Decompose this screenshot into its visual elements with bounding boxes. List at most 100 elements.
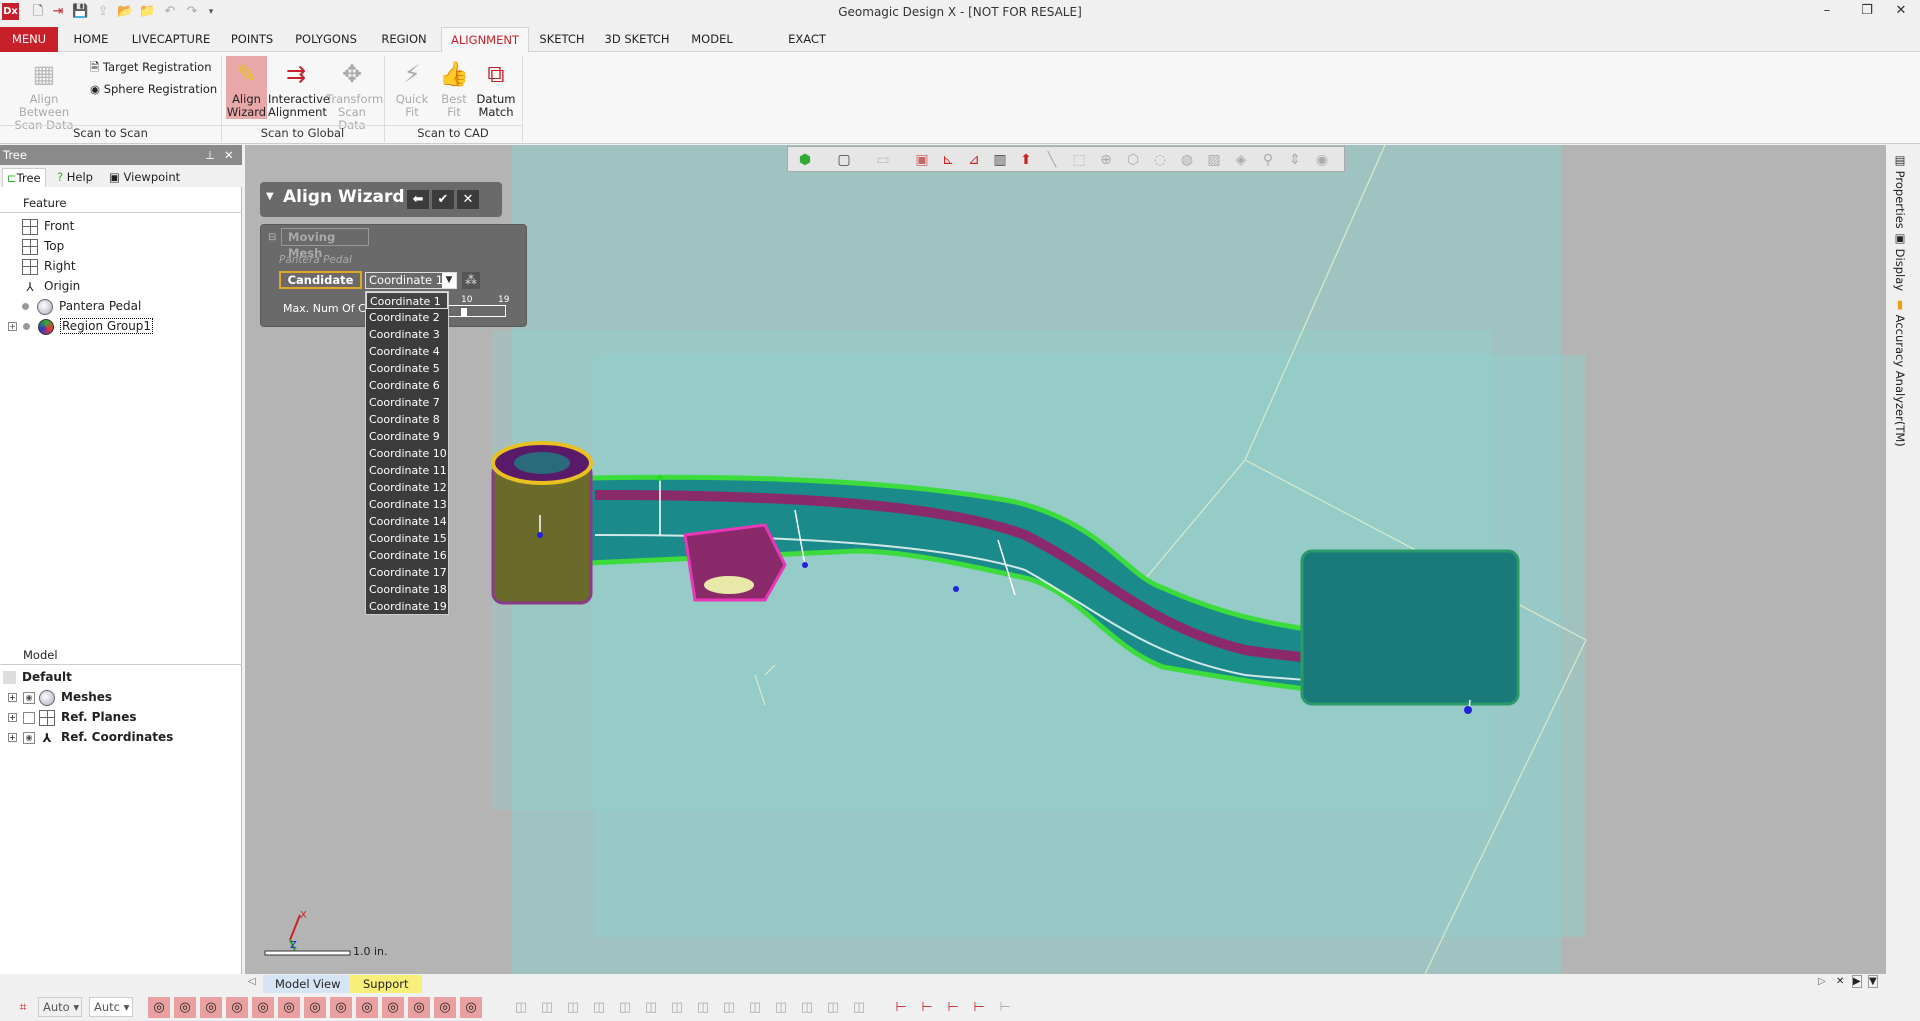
rect-select-icon[interactable]: ⬚ xyxy=(1070,151,1088,169)
next-tab-icon[interactable]: ▶ xyxy=(1852,975,1862,988)
collapse-icon[interactable]: ⊟ xyxy=(268,232,276,243)
restore-button[interactable]: ❐ xyxy=(1852,3,1882,18)
tab-support[interactable]: Support xyxy=(349,975,423,993)
tab-polygons[interactable]: POLYGONS xyxy=(288,27,364,52)
cancel-button[interactable]: ✕ xyxy=(457,190,479,209)
selection-filter-icon[interactable]: ◫ xyxy=(510,997,532,1018)
dropdown-option[interactable]: Coordinate 7 xyxy=(366,394,448,411)
selection-filter-icon[interactable]: ◫ xyxy=(718,997,740,1018)
tree-item-region-group1[interactable]: + Region Group1 xyxy=(8,316,154,336)
minimize-button[interactable]: – xyxy=(1812,3,1842,18)
target-registration-button[interactable]: 🗎 Target Registration xyxy=(90,60,212,79)
auto-select-2[interactable]: Autc ▾ xyxy=(89,997,133,1017)
eye-icon[interactable]: ◉ xyxy=(23,691,35,704)
planes-visibility-icon[interactable]: ◎ xyxy=(382,997,404,1018)
scroll-right-icon[interactable]: ▷ xyxy=(1818,976,1826,987)
selection-filter-icon[interactable]: ◫ xyxy=(848,997,870,1018)
measure-angle-icon[interactable]: ⊢ xyxy=(916,997,938,1018)
selection-filter-icon[interactable]: ◫ xyxy=(562,997,584,1018)
close-panel-icon[interactable]: ✕ xyxy=(224,145,234,165)
paint-brush-icon[interactable]: ▨ xyxy=(1205,151,1223,169)
interactive-alignment-button[interactable]: ⇉ Interactive Alignment xyxy=(268,56,330,119)
close-button[interactable]: ✕ xyxy=(1886,3,1916,18)
points-visibility-icon[interactable]: ◎ xyxy=(330,997,352,1018)
tab-help[interactable]: ? Help xyxy=(53,168,97,187)
selection-filter-icon[interactable]: ◫ xyxy=(744,997,766,1018)
selection-filter-icon[interactable]: ◫ xyxy=(588,997,610,1018)
dropdown-option[interactable]: Coordinate 19 xyxy=(366,598,448,615)
visible-only-icon[interactable]: ◉ xyxy=(1313,151,1331,169)
tree-item-right[interactable]: Right xyxy=(22,256,76,276)
sphere-registration-button[interactable]: ◉ Sphere Registration xyxy=(90,82,217,96)
dropdown-option[interactable]: Coordinate 9 xyxy=(366,428,448,445)
normal-to-icon[interactable]: ⬆ xyxy=(1017,151,1035,169)
dropdown-option[interactable]: Coordinate 5 xyxy=(366,360,448,377)
quick-fit-button[interactable]: ⚡ Quick Fit xyxy=(392,56,432,119)
3d-sketch-visibility-icon[interactable]: ◎ xyxy=(304,997,326,1018)
highlight-icon[interactable]: ⁂ xyxy=(462,272,480,289)
best-fit-button[interactable]: 👍 Best Fit xyxy=(434,56,474,119)
tab-display[interactable]: ▣ Display xyxy=(1893,231,1907,291)
tab-viewpoint[interactable]: ▣ Viewpoint xyxy=(105,168,184,187)
flood-select-icon[interactable]: ◈ xyxy=(1232,151,1250,169)
align-wizard-button[interactable]: ✎ Align Wizard xyxy=(226,56,267,119)
model-item-default[interactable]: Default xyxy=(3,667,72,687)
mesh-visibility-icon[interactable]: ◎ xyxy=(148,997,170,1018)
close-tab-icon[interactable]: ✕ xyxy=(1836,976,1844,987)
tab-list-icon[interactable]: ▼ xyxy=(1868,975,1878,988)
slider-thumb[interactable] xyxy=(461,308,467,316)
dropdown-option[interactable]: Coordinate 3 xyxy=(366,326,448,343)
line-select-icon[interactable]: ╲ xyxy=(1043,151,1061,169)
tree-item-pantera-pedal[interactable]: Pantera Pedal xyxy=(22,296,141,316)
max-num-slider[interactable] xyxy=(446,305,506,317)
rotate-left-icon[interactable]: ⊾ xyxy=(939,151,957,169)
expand-icon[interactable]: + xyxy=(8,693,17,702)
tab-menu[interactable]: MENU xyxy=(0,27,58,52)
polygon-select-icon[interactable]: ⬡ xyxy=(1124,151,1142,169)
measure-section-icon[interactable]: ⊢ xyxy=(968,997,990,1018)
tab-model[interactable]: MODEL xyxy=(686,27,738,52)
dropdown-option[interactable]: Coordinate 17 xyxy=(366,564,448,581)
pin-icon[interactable]: ⊥ xyxy=(205,145,215,165)
sketch-visibility-icon[interactable]: ◎ xyxy=(278,997,300,1018)
tab-alignment[interactable]: ALIGNMENT xyxy=(441,27,529,53)
visibility-dot-icon[interactable] xyxy=(22,303,29,310)
chevron-down-icon[interactable]: ▼ xyxy=(442,273,456,288)
dropdown-option[interactable]: Coordinate 8 xyxy=(366,411,448,428)
tab-livecapture[interactable]: LIVECAPTURE xyxy=(128,27,214,52)
split-view-icon[interactable]: ▥ xyxy=(991,151,1009,169)
dropdown-option[interactable]: Coordinate 11 xyxy=(366,462,448,479)
expand-icon[interactable]: + xyxy=(8,322,17,331)
point-cloud-visibility-icon[interactable]: ◎ xyxy=(200,997,222,1018)
region-visibility-icon[interactable]: ◎ xyxy=(174,997,196,1018)
tree-item-front[interactable]: Front xyxy=(22,216,74,236)
coordinates-visibility-icon[interactable]: ◎ xyxy=(434,997,456,1018)
selection-filter-icon[interactable]: ◫ xyxy=(770,997,792,1018)
tab-home[interactable]: HOME xyxy=(64,27,118,52)
curves-visibility-icon[interactable]: ◎ xyxy=(356,997,378,1018)
selection-filter-icon[interactable]: ◫ xyxy=(692,997,714,1018)
selection-filter-icon[interactable]: ◫ xyxy=(666,997,688,1018)
dropdown-option[interactable]: Coordinate 10 xyxy=(366,445,448,462)
dropdown-option[interactable]: Coordinate 12 xyxy=(366,479,448,496)
3d-viewport[interactable]: X Z 1.0 in. ⬢ ▢ ▭ ▣ ⊾ ⊿ ▥ ⬆ ╲ ⬚ ⊕ ⬡ ◌ ◍ ▨ ◈ ⚲ ⇕ ◉ ▼ Align … xyxy=(245,145,1886,974)
eye-icon[interactable]: ◉ xyxy=(23,731,35,744)
model-item-meshes[interactable]: + ◉ Meshes xyxy=(8,687,112,707)
moving-mesh-button[interactable]: Moving Mesh xyxy=(281,228,369,260)
solid-body-visibility-icon[interactable]: ◎ xyxy=(252,997,274,1018)
view-cube-icon[interactable]: ▢ xyxy=(835,151,853,169)
expand-icon[interactable]: + xyxy=(8,733,17,742)
surface-body-visibility-icon[interactable]: ◎ xyxy=(226,997,248,1018)
section-view-icon[interactable]: ▣ xyxy=(913,151,931,169)
deviation-icon[interactable]: ⊢ xyxy=(994,997,1016,1018)
dropdown-option[interactable]: Coordinate 16 xyxy=(366,547,448,564)
lasso-select-icon[interactable]: ◌ xyxy=(1151,151,1169,169)
pick-icon[interactable]: ⚲ xyxy=(1259,151,1277,169)
align-between-scan-data-button[interactable]: ▦ Align Between Scan Data xyxy=(6,56,82,132)
dropdown-option[interactable]: Coordinate 14 xyxy=(366,513,448,530)
tab-tree[interactable]: ⊏Tree xyxy=(2,168,46,187)
measure-distance-icon[interactable]: ⊢ xyxy=(890,997,912,1018)
collapse-triangle-icon[interactable]: ▼ xyxy=(266,191,274,202)
freehand-select-icon[interactable]: ◍ xyxy=(1178,151,1196,169)
tab-3d-sketch[interactable]: 3D SKETCH xyxy=(602,27,672,52)
